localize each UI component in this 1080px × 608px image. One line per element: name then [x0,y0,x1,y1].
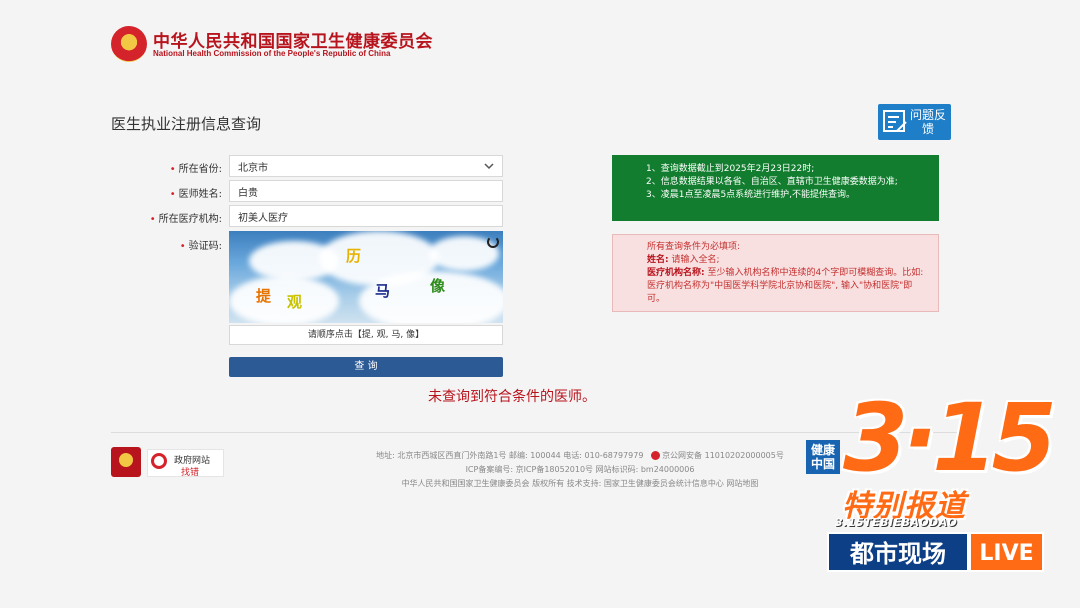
doctor-name-value: 白贵 [238,187,258,199]
feedback-button[interactable]: 问题反馈 [878,104,951,140]
live-tag: LIVE [969,532,1044,572]
captcha-char[interactable]: 马 [375,280,390,301]
footer-address-text: 地址: 北京市西城区西直门外南路1号 邮编: 100044 电话: 010-68… [376,451,644,460]
police-badge-icon [651,451,661,460]
footer-police-text[interactable]: 京公网安备 11010202000005号 [662,451,784,460]
institution-label: • 所在医疗机构: [112,210,222,225]
national-emblem-icon [111,26,147,62]
institution-input[interactable]: 初美人医疗 [229,205,503,227]
notice-inst-key: 医疗机构名称: [647,268,705,278]
query-button[interactable]: 查 询 [229,357,503,377]
org-name-en: National Health Commission of the People… [153,49,391,58]
doctor-name-input[interactable]: 白贵 [229,180,503,202]
notice-line: 2、信息数据结果以各省、自治区、直辖市卫生健康委数据为准; [646,177,898,187]
captcha-char[interactable]: 观 [287,291,302,312]
notice-green: 1、查询数据截止到2025年2月23日22时; 2、信息数据结果以各省、自治区、… [612,155,939,221]
gov-site-find-error-link[interactable]: 政府网站 找错 [147,449,224,478]
special-report-pinyin: 3.15TEBIEBAODAO [835,516,958,529]
feedback-icon [883,110,907,132]
notice-name-key: 姓名: [647,255,669,265]
required-mark: • [169,164,176,175]
captcha-char[interactable]: 历 [346,245,361,266]
province-label: • 所在省份: [112,160,222,175]
captcha-char[interactable]: 像 [430,275,445,296]
magnifier-icon [151,453,167,469]
cloud-shape [229,276,339,323]
name-label-text: 医师姓名: [178,189,222,200]
captcha-label-text: 验证码: [188,241,222,252]
captcha-hint: 请顺序点击【提, 观, 马, 像】 [229,325,503,345]
province-label-text: 所在省份: [178,164,222,175]
name-label: • 医师姓名: [112,185,222,200]
captcha-image[interactable]: 历 提 观 马 像 [229,231,503,323]
brand-315: 3·15 [843,384,1057,493]
province-select[interactable]: 北京市 [229,155,503,177]
notice-pink-line1: 所有查询条件为必填项: [647,242,741,252]
notice-line: 1、查询数据截止到2025年2月23日22时; [646,164,815,174]
site-header: 中华人民共和国国家卫生健康委员会 National Health Commiss… [0,0,1080,80]
healthy-china-text: 健康中国 [806,440,840,474]
refresh-captcha-icon[interactable] [487,236,499,248]
party-gov-badge-icon[interactable] [111,447,141,477]
chevron-down-icon [484,163,494,170]
province-value: 北京市 [238,162,268,174]
captcha-char[interactable]: 提 [256,285,271,306]
no-result-message: 未查询到符合条件的医师。 [428,389,596,405]
gov-site-bottom: 找错 [181,468,200,478]
notice-pink: 所有查询条件为必填项: 姓名: 请输入全名; 医疗机构名称: 至少输入机构名称中… [612,234,939,312]
live-banner: 都市现场 LIVE [827,532,1044,572]
institution-value: 初美人医疗 [238,212,288,224]
captcha-label: • 验证码: [112,237,222,252]
institution-label-text: 所在医疗机构: [158,214,222,225]
notice-name-text: 请输入全名; [671,255,720,265]
required-mark: • [169,189,176,200]
feedback-label: 问题反馈 [909,108,946,136]
required-mark: • [149,214,156,225]
notice-line: 3、凌晨1点至凌晨5点系统进行维护,不能提供查询。 [646,190,856,200]
required-mark: • [179,241,186,252]
program-name: 都市现场 [827,532,969,572]
page-title: 医生执业注册信息查询 [111,115,262,133]
footer-divider [111,432,969,433]
